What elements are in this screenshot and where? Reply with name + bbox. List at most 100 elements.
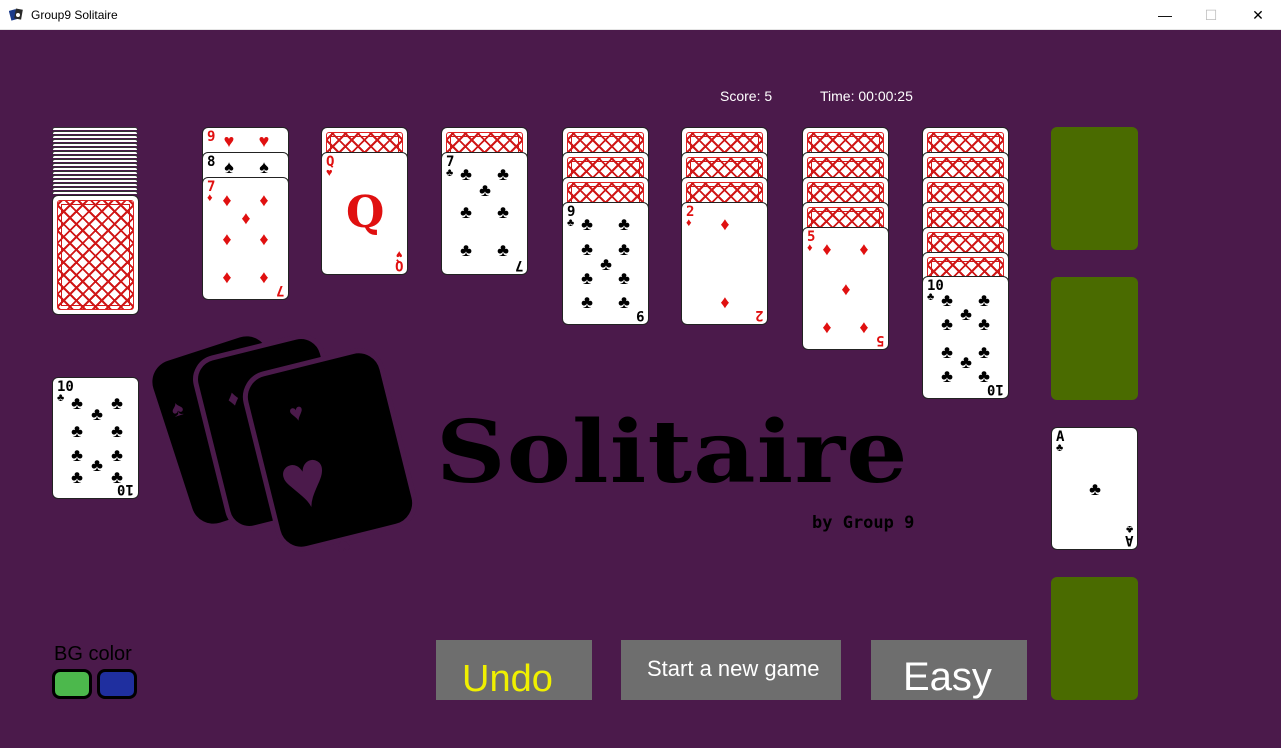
stock-card-edge [52,155,138,158]
club-icon: ♣ [71,393,83,413]
tableau-top-card[interactable]: 7 ♦ ♦ ♦ ♦ ♦ ♦ ♦ ♦ 7 [202,177,289,300]
tableau-top-card[interactable]: Q ♥ Q ♥ Q [321,152,408,275]
diamond-icon: ♦ [720,292,730,312]
club-icon: ♣ [581,214,593,234]
diamond-icon: ♦ [222,229,232,249]
tableau-top-card[interactable]: 9 ♣ ♣ ♣ ♣ ♣ ♣ ♣ ♣ ♣ ♣ 9 [562,202,649,325]
club-icon: ♣ [91,455,103,475]
waste-card[interactable]: 10 ♣ ♣ ♣ ♣ ♣ ♣ ♣ ♣ ♣ ♣ ♣ 10 [52,377,139,499]
logo-byline: by Group 9 [812,513,915,533]
tableau-top-card[interactable]: 7 ♣ ♣ ♣ ♣ ♣ ♣ ♣ ♣ 7 [441,152,528,275]
club-icon: ♣ [618,268,630,288]
club-icon: ♣ [1089,479,1101,499]
stock-card-edge [52,171,138,174]
stock-card-edge [52,151,138,154]
diamond-icon: ♦ [222,267,232,287]
club-icon: ♣ [978,290,990,310]
card-rank: 8 [207,154,216,170]
tableau-top-card[interactable]: 2 ♦ ♦ ♦ 2 [681,202,768,325]
undo-button[interactable]: Undo [436,640,592,700]
spade-icon: ♠ [259,157,269,177]
card-rank: 9 [207,129,216,145]
card-rank-bottom: 7 [275,282,284,298]
diamond-icon: ♦ [841,279,851,299]
card-rank-bottom: Q [394,257,403,273]
club-icon: ♣ [618,239,630,259]
club-icon: ♣ [581,239,593,259]
spade-icon: ♠ [224,157,234,177]
club-icon: ♣ [446,167,454,179]
club-icon: ♣ [479,180,491,200]
logo-title: Solitaire [436,402,909,503]
stock-top-card[interactable] [52,195,139,315]
diamond-icon: ♦ [686,217,692,229]
club-icon: ♣ [497,240,509,260]
window-title: Group9 Solitaire [31,8,118,22]
difficulty-button[interactable]: Easy [871,640,1027,700]
card-rank-bottom: 10 [987,381,1004,397]
stock-card-edge [52,175,138,178]
stock-card-edge [52,143,138,146]
stock-card-edge [52,159,138,162]
club-icon: ♣ [941,314,953,334]
club-icon: ♣ [111,421,123,441]
stock-card-edge [52,191,138,194]
foundation-slot-1[interactable] [1051,127,1138,250]
club-icon: ♣ [497,164,509,184]
new-game-label: Start a new game [647,656,820,681]
club-icon: ♣ [111,393,123,413]
minimize-button[interactable]: — [1142,0,1188,30]
new-game-button[interactable]: Start a new game [621,640,841,700]
score-display: Score: 5 [720,88,773,104]
club-icon: ♣ [941,366,953,386]
club-icon: ♣ [978,314,990,334]
club-icon: ♣ [941,342,953,362]
diamond-icon: ♦ [859,317,869,337]
heart-icon: ♥ [223,131,235,151]
diamond-icon: ♦ [259,229,269,249]
close-icon: ✕ [1252,6,1264,23]
club-icon: ♣ [581,292,593,312]
club-icon: ♣ [618,214,630,234]
club-icon: ♣ [91,404,103,424]
time-display: Time: 00:00:25 [820,88,913,104]
diamond-icon: ♦ [822,239,832,259]
diamond-icon: ♦ [222,190,232,210]
bg-color-green-button[interactable] [52,669,92,699]
diamond-icon: ♦ [720,214,730,234]
logo-cards-icon: ♠ ♦ ♥ ♥ ♥ [152,334,418,560]
diamond-icon: ♦ [241,208,251,228]
stock-card-edge [52,135,138,138]
club-icon: ♣ [71,421,83,441]
club-icon: ♣ [71,467,83,487]
card-rank-bottom: 10 [117,481,134,497]
difficulty-label: Easy [903,655,992,699]
diamond-icon: ♦ [807,242,813,254]
stock-card-edge [52,139,138,142]
club-icon: ♣ [460,164,472,184]
tableau-top-card[interactable]: 5 ♦ ♦ ♦ ♦ ♦ ♦ 5 [802,227,889,350]
club-icon: ♣ [1056,442,1064,454]
bg-color-label: BG color [54,643,132,665]
stock-card-edge [52,127,138,130]
bg-color-blue-button[interactable] [97,669,137,699]
title-bar: Group9 Solitaire — ☐ ✕ [0,0,1281,30]
maximize-icon: ☐ [1204,6,1218,23]
foundation-slot-4[interactable] [1051,577,1138,700]
foundation-card[interactable]: A ♣ ♣ ♣ A [1051,427,1138,550]
close-button[interactable]: ✕ [1235,0,1281,30]
club-icon: ♣ [941,290,953,310]
club-icon: ♣ [927,291,935,303]
card-rank-bottom: 5 [875,332,884,348]
club-icon: ♣ [111,445,123,465]
diamond-icon: ♦ [259,267,269,287]
foundation-slot-2[interactable] [1051,277,1138,400]
game-board: Score: 5 Time: 00:00:25 10 ♣ ♣ ♣ ♣ ♣ ♣ ♣… [0,30,1281,748]
card-suit-icon: ♣ [57,392,65,404]
queen-face: Q [346,187,385,238]
club-icon: ♣ [618,292,630,312]
stock-card-edge [52,167,138,170]
tableau-top-card[interactable]: 10 ♣ ♣ ♣ ♣ ♣ ♣ ♣ ♣ ♣ ♣ ♣ 10 [922,276,1009,399]
maximize-button[interactable]: ☐ [1188,0,1234,30]
heart-icon: ♥ [326,167,333,179]
